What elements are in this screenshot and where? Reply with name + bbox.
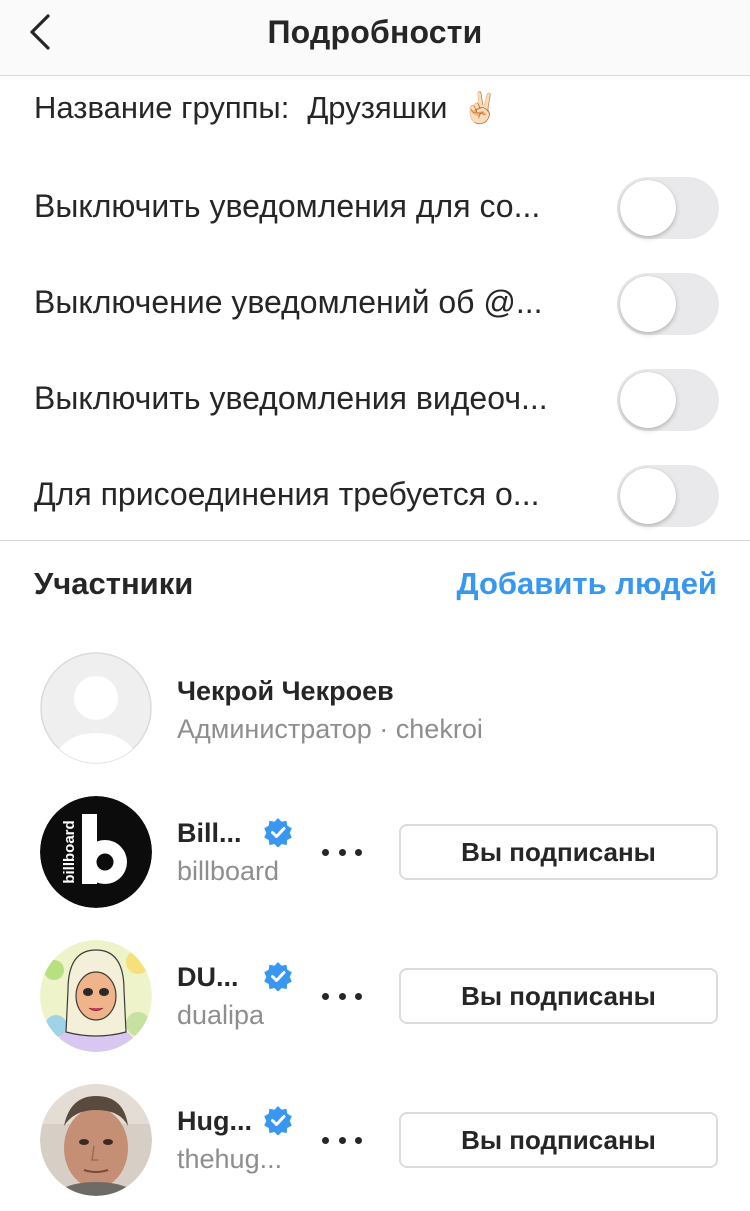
following-button[interactable]: Вы подписаны xyxy=(399,968,718,1024)
member-name: DU... xyxy=(177,962,239,992)
member-name: Bill... xyxy=(177,818,242,848)
setting-mute-video-chat: Выключить уведомления видеоч... xyxy=(0,350,750,446)
member-username: billboard xyxy=(177,856,280,886)
member-row[interactable]: DU... dualipa Вы подписаны xyxy=(0,940,750,1052)
toggle-knob xyxy=(620,468,676,524)
member-name: Чекрой Чекроев xyxy=(177,676,394,706)
page-title: Подробности xyxy=(267,14,483,50)
join-approval-toggle[interactable] xyxy=(617,465,719,527)
following-button[interactable]: Вы подписаны xyxy=(399,1112,718,1168)
more-options-icon[interactable] xyxy=(322,986,362,1006)
add-people-button[interactable]: Добавить людей xyxy=(457,566,718,602)
setting-label: Для присоединения требуется о... xyxy=(34,476,540,512)
member-username: thehug... xyxy=(177,1144,283,1174)
cartoon-avatar xyxy=(40,940,152,1052)
more-options-icon[interactable] xyxy=(322,842,362,862)
group-name-row[interactable]: Название группы: Друзяшки ✌🏻 xyxy=(34,84,499,132)
mute-mentions-toggle[interactable] xyxy=(617,273,719,335)
members-section-title: Участники xyxy=(34,566,194,601)
photo-avatar xyxy=(40,1084,152,1196)
member-subtitle: Администратор · chekroi xyxy=(177,714,483,744)
section-divider xyxy=(0,540,750,541)
setting-label: Выключить уведомления видеоч... xyxy=(34,380,548,416)
member-username: dualipa xyxy=(177,1000,265,1030)
nav-header: Подробности xyxy=(0,0,750,76)
verified-badge-icon xyxy=(264,1106,292,1135)
setting-join-approval: Для присоединения требуется о... xyxy=(0,446,750,542)
toggle-knob xyxy=(620,276,676,332)
setting-mute-messages: Выключить уведомления для со... xyxy=(0,158,750,254)
setting-mute-mentions: Выключение уведомлений об @... xyxy=(0,254,750,350)
setting-label: Выключить уведомления для со... xyxy=(34,188,541,224)
victory-hand-emoji: ✌🏻 xyxy=(461,91,499,125)
member-name: Hug... xyxy=(177,1106,252,1136)
verified-badge-icon xyxy=(264,962,292,991)
group-name-value: Друзяшки xyxy=(307,90,448,125)
toggle-knob xyxy=(620,180,676,236)
group-name-label: Название группы: xyxy=(34,90,290,125)
member-row[interactable]: Чекрой Чекроев Администратор · chekroi xyxy=(0,652,750,764)
member-row[interactable]: billboard Bill... billboard Вы подписаны xyxy=(0,796,750,908)
mute-messages-toggle[interactable] xyxy=(617,177,719,239)
mute-video-chat-toggle[interactable] xyxy=(617,369,719,431)
following-button[interactable]: Вы подписаны xyxy=(399,824,718,880)
verified-badge-icon xyxy=(264,818,292,847)
member-row[interactable]: Hug... thehug... Вы подписаны xyxy=(0,1084,750,1196)
svg-text:billboard: billboard xyxy=(61,820,78,883)
billboard-logo: billboard xyxy=(40,796,152,908)
setting-label: Выключение уведомлений об @... xyxy=(34,284,543,320)
more-options-icon[interactable] xyxy=(322,1130,362,1150)
toggle-knob xyxy=(620,372,676,428)
default-avatar-icon xyxy=(40,652,152,764)
